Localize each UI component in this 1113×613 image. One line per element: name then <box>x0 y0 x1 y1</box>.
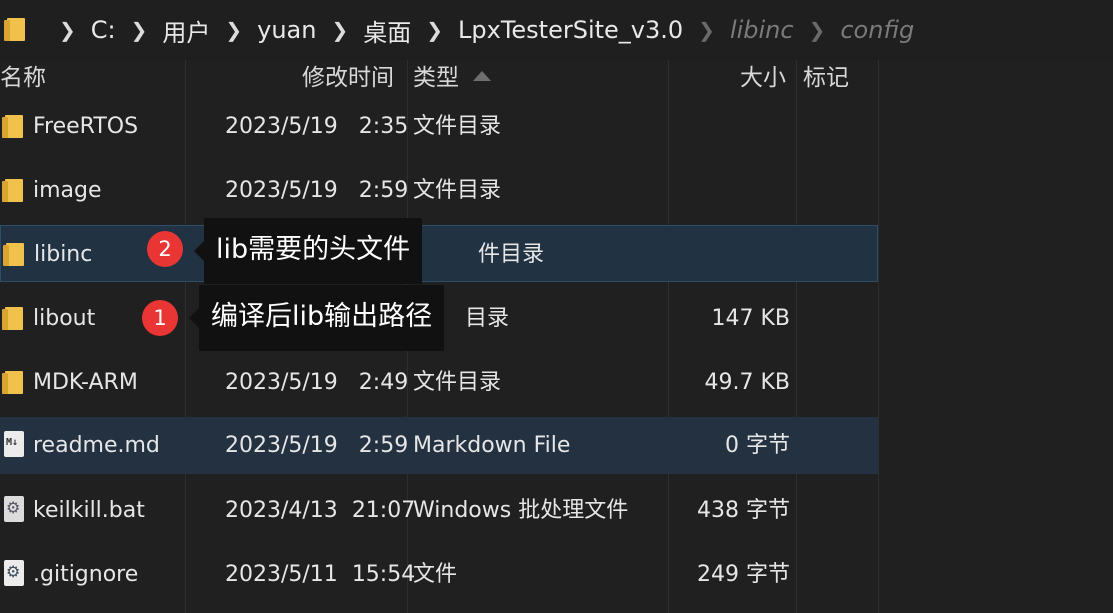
file-date: 2023/5/19 2:35 <box>225 114 409 139</box>
file-size: 249 字节 <box>697 562 790 587</box>
file-row[interactable]: ⚙ keilkill.bat 2023/4/13 21:07 Windows 批… <box>0 482 878 539</box>
file-type: 文件 <box>413 562 458 587</box>
file-size: 49.7 KB <box>704 370 791 395</box>
chevron-right-icon: ❯ <box>225 18 243 42</box>
file-name: MDK-ARM <box>33 370 138 395</box>
breadcrumb-item-users[interactable]: 用户 <box>162 13 210 48</box>
annotation-badge: 1 <box>142 300 178 336</box>
file-name: keilkill.bat <box>33 498 145 523</box>
file-row[interactable]: M↓ readme.md 2023/5/19 2:59 Markdown Fil… <box>0 417 878 474</box>
column-divider[interactable] <box>878 60 879 613</box>
file-size: 147 KB <box>711 306 790 331</box>
breadcrumb-item-user[interactable]: yuan <box>257 16 316 44</box>
file-date: 2023/5/19 2:49 <box>225 370 409 395</box>
batch-file-icon: ⚙ <box>2 482 24 539</box>
file-size: 438 字节 <box>697 498 790 523</box>
file-date: 2023/4/13 21:07 <box>225 498 416 523</box>
file-explorer-window: ❯ C: ❯ 用户 ❯ yuan ❯ 桌面 ❯ LpxTesterSite_v3… <box>0 0 1113 613</box>
file-row[interactable]: FreeRTOS 2023/5/19 2:35 文件目录 <box>0 98 878 155</box>
breadcrumb: ❯ C: ❯ 用户 ❯ yuan ❯ 桌面 ❯ LpxTesterSite_v3… <box>0 0 1113 60</box>
folder-icon <box>3 226 25 283</box>
breadcrumb-item-config[interactable]: config <box>840 16 914 44</box>
markdown-file-icon: M↓ <box>2 417 24 474</box>
chevron-right-icon: ❯ <box>698 18 715 42</box>
annotation-tooltip: 编译后lib输出路径 <box>188 285 445 351</box>
column-header-modified[interactable]: 修改时间 <box>302 60 394 96</box>
file-name: libinc <box>34 242 93 267</box>
file-size: 0 字节 <box>725 433 790 458</box>
breadcrumb-item-drive[interactable]: C: <box>91 16 116 44</box>
file-type: 文件目录 <box>413 370 502 395</box>
file-type: 文件目录 <box>413 114 502 139</box>
file-type: 目录 <box>465 306 510 331</box>
column-header-type[interactable]: 类型 <box>413 60 491 96</box>
file-name: libout <box>33 306 96 331</box>
chevron-right-icon: ❯ <box>808 18 826 42</box>
column-header: 名称 修改时间 类型 大小 标记 <box>0 60 1113 96</box>
file-type: Markdown File <box>413 433 571 458</box>
file-row[interactable]: ⚙ .gitignore 2023/5/11 15:54 文件 249 字节 <box>0 546 878 603</box>
breadcrumb-item-libinc[interactable]: libinc <box>730 16 794 44</box>
annotation-tooltip: lib需要的头文件 <box>193 218 423 284</box>
file-row-selected[interactable]: libinc 件目录 <box>0 225 878 282</box>
breadcrumb-item-project[interactable]: LpxTesterSite_v3.0 <box>458 16 683 44</box>
sort-ascending-icon <box>473 71 491 81</box>
column-header-type-label: 类型 <box>413 65 459 91</box>
file-type: Windows 批处理文件 <box>413 498 629 523</box>
chevron-right-icon: ❯ <box>331 18 349 42</box>
folder-icon <box>4 17 26 43</box>
folder-icon <box>2 162 24 219</box>
folder-icon <box>2 354 24 411</box>
breadcrumb-item-desktop[interactable]: 桌面 <box>363 13 411 48</box>
chevron-right-icon: ❯ <box>426 18 444 42</box>
file-type: 文件目录 <box>413 178 502 203</box>
file-row[interactable]: MDK-ARM 2023/5/19 2:49 文件目录 49.7 KB <box>0 354 878 411</box>
chevron-right-icon: ❯ <box>130 18 148 42</box>
column-header-name[interactable]: 名称 <box>0 60 46 96</box>
file-date: 2023/5/19 2:59 <box>225 433 409 458</box>
file-date: 2023/5/19 2:59 <box>225 178 409 203</box>
file-name: image <box>33 178 102 203</box>
file-row[interactable]: image 2023/5/19 2:59 文件目录 <box>0 162 878 219</box>
chevron-right-icon: ❯ <box>59 18 76 42</box>
column-header-tag[interactable]: 标记 <box>803 60 849 96</box>
folder-icon <box>2 98 24 155</box>
file-name: readme.md <box>33 433 160 458</box>
file-name: .gitignore <box>33 562 139 587</box>
annotation-badge: 2 <box>147 231 183 267</box>
file-date: 2023/5/11 15:54 <box>225 562 416 587</box>
column-header-size[interactable]: 大小 <box>740 60 786 96</box>
settings-file-icon: ⚙ <box>2 546 24 603</box>
file-name: FreeRTOS <box>33 114 139 139</box>
folder-icon <box>2 290 24 347</box>
file-type: 件目录 <box>478 242 545 267</box>
